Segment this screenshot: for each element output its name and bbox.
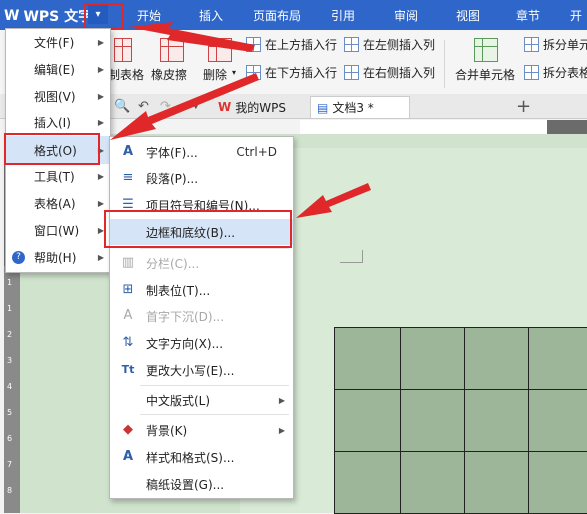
arrow-to-format (110, 73, 259, 140)
annotation-arrows (110, 22, 371, 218)
arrow-to-dropdown (128, 22, 255, 52)
arrow-to-borders (296, 183, 371, 218)
